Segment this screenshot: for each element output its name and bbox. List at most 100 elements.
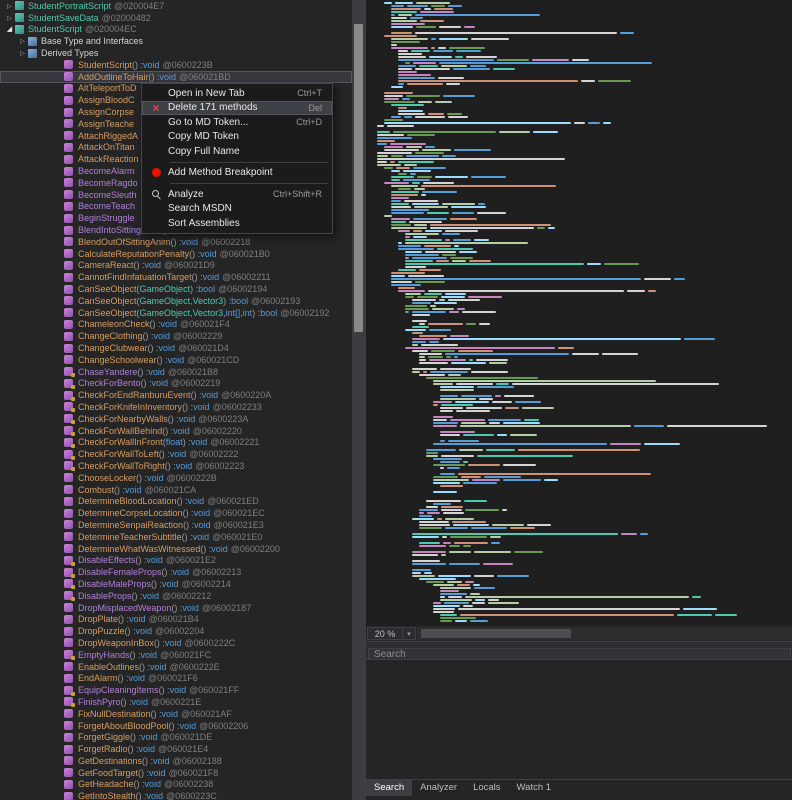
folder-icon	[28, 37, 37, 46]
menu-icon-gutter	[144, 189, 168, 200]
param-type: GameObject	[140, 284, 191, 294]
tree-item-method[interactable]: CannotFindInfatuationTarget() : void@060…	[0, 271, 352, 283]
menu-item-analyze[interactable]: AnalyzeCtrl+Shift+R	[142, 187, 332, 202]
tree-item-method[interactable]: ForgetAboutBloodPool() : void@06002206	[0, 720, 352, 732]
metadata-token: @060021D4	[178, 343, 229, 353]
menu-item-sort-assemblies[interactable]: Sort Assemblies	[142, 216, 332, 231]
tree-item-method[interactable]: DisableProps() : void@06002212	[0, 590, 352, 602]
menu-item-search-msdn[interactable]: Search MSDN	[142, 202, 332, 217]
tree-item-method[interactable]: StudentScript() : void@0600223B	[0, 59, 352, 71]
tree-item-method[interactable]: GetHeadache() : void@06002238	[0, 779, 352, 791]
expand-icon[interactable]: ▷	[17, 49, 28, 57]
tree-item-method[interactable]: CalculateReputationPenalty() : void@0600…	[0, 248, 352, 260]
tree-item-method[interactable]: GetFoodTarget() : void@060021F8	[0, 767, 352, 779]
tree-item-method[interactable]: DetermineWhatWasWitnessed() : void@06002…	[0, 543, 352, 555]
code-hscrollbar-thumb[interactable]	[421, 629, 571, 638]
zoom-dropdown-button[interactable]: ▾	[403, 627, 416, 640]
menu-item-shortcut: Ctrl+Shift+R	[273, 189, 330, 199]
menu-item-copy-full-name[interactable]: Copy Full Name	[142, 144, 332, 159]
method-name: BecomeRagdo	[78, 178, 138, 188]
tree-scrollbar-thumb[interactable]	[354, 24, 363, 332]
paren: ) :	[162, 685, 170, 695]
menu-item-add-method-breakpoint[interactable]: Add Method Breakpoint	[142, 166, 332, 181]
tree-item-method[interactable]: CheckForWallToRight() : void@06002223	[0, 460, 352, 472]
tree-item-method[interactable]: ForgetRadio() : void@060021E4	[0, 743, 352, 755]
tree-item-class[interactable]: ▷StudentPortraitScript@020004E7	[0, 0, 352, 12]
tree-item-method[interactable]: DropWeaponInBox() : void@0600222C	[0, 637, 352, 649]
tree-item-method[interactable]: CheckForKnifeInInventory() : void@060022…	[0, 401, 352, 413]
zoom-level-control[interactable]: 20 %	[367, 627, 403, 640]
tab-search[interactable]: Search	[366, 780, 412, 796]
tab-analyzer[interactable]: Analyzer	[412, 780, 465, 796]
menu-icon-gutter: ×	[144, 103, 168, 113]
tree-item-method[interactable]: EnableOutlines() : void@0600222E	[0, 661, 352, 673]
collapse-icon[interactable]: ◢	[4, 25, 15, 33]
tree-item-method[interactable]: DropPuzzle() : void@06002204	[0, 625, 352, 637]
tree-item-group[interactable]: ▷Base Type and Interfaces	[0, 35, 352, 47]
tree-item-method[interactable]: Combust() : void@060021CA	[0, 484, 352, 496]
tree-item-method[interactable]: DisableFemaleProps() : void@06002213	[0, 566, 352, 578]
paren: ) :	[203, 544, 211, 554]
tree-item-method[interactable]: CanSeeObject(GameObject, Vector3) : bool…	[0, 295, 352, 307]
tree-item-method[interactable]: CheckForBento() : void@06002219	[0, 378, 352, 390]
tab-locals[interactable]: Locals	[465, 780, 508, 796]
expand-icon[interactable]: ▷	[4, 2, 15, 10]
tree-item-method[interactable]: ChangeClothing() : void@06002229	[0, 330, 352, 342]
method-icon	[64, 686, 73, 695]
tree-item-method[interactable]: EquipCleaningItems() : void@060021FF	[0, 684, 352, 696]
metadata-token: @06002212	[162, 591, 211, 601]
tree-item-method[interactable]: DetermineSenpaiReaction() : void@060021E…	[0, 519, 352, 531]
menu-item-go-to-md-token-[interactable]: Go to MD Token...Ctrl+D	[142, 115, 332, 130]
menu-item-open-in-new-tab[interactable]: Open in New TabCtrl+T	[142, 86, 332, 101]
tree-item-method[interactable]: ChangeSchoolwear() : void@060021CD	[0, 354, 352, 366]
metadata-token: @06002192	[280, 308, 329, 318]
tree-item-method[interactable]: CanSeeObject(GameObject) : bool@06002194	[0, 283, 352, 295]
tree-item-method[interactable]: EndAlarm() : void@060021F6	[0, 672, 352, 684]
tree-item-method[interactable]: DetermineCorpseLocation() : void@060021E…	[0, 507, 352, 519]
tree-item-method[interactable]: CanSeeObject(GameObject, Vector3, int[],…	[0, 307, 352, 319]
tree-item-method[interactable]: CheckForNearbyWalls() : void@0600223A	[0, 413, 352, 425]
tree-item-method[interactable]: DropMisplacedWeapon() : void@06002187	[0, 602, 352, 614]
tree-item-method[interactable]: ChooseLocker() : void@0600222B	[0, 472, 352, 484]
tree-item-method[interactable]: CheckForEndRanburuEvent() : void@0600220…	[0, 389, 352, 401]
tree-item-method[interactable]: DetermineTeacherSubtitle() : void@060021…	[0, 531, 352, 543]
tree-item-method[interactable]: ChaseYandere() : void@060021B8	[0, 366, 352, 378]
tree-item-method[interactable]: DisableEffects() : void@060021E2	[0, 554, 352, 566]
tree-item-method[interactable]: ChangeClubwear() : void@060021D4	[0, 342, 352, 354]
tree-item-method[interactable]: DetermineBloodLocation() : void@060021ED	[0, 495, 352, 507]
menu-item-copy-md-token[interactable]: Copy MD Token	[142, 130, 332, 145]
tree-item-class[interactable]: ◢StudentScript@020004EC	[0, 24, 352, 36]
tree-item-method[interactable]: CheckForWallInFront(float) : void@060022…	[0, 436, 352, 448]
metadata-token: @060021F8	[169, 768, 219, 778]
method-name: ChangeClubwear	[78, 343, 148, 353]
tree-item-method[interactable]: ChameleonCheck() : void@060021F4	[0, 319, 352, 331]
expand-icon[interactable]: ▷	[4, 14, 15, 22]
tree-item-method[interactable]: BlendOutOfSittingAnim() : void@06002218	[0, 236, 352, 248]
code-horizontal-scrollbar[interactable]	[417, 627, 792, 640]
tree-item-label: StudentPortraitScript	[28, 1, 111, 11]
method-icon	[64, 237, 73, 246]
tree-item-method[interactable]: CameraReact() : void@060021D9	[0, 260, 352, 272]
method-name: CannotFindInfatuationTarget	[78, 272, 192, 282]
tree-item-method[interactable]: FinishPyro() : void@0600221E	[0, 696, 352, 708]
tree-item-method[interactable]: FixNullDestination() : void@060021AF	[0, 708, 352, 720]
tree-item-method[interactable]: ForgetGiggle() : void@060021DE	[0, 731, 352, 743]
expand-icon[interactable]: ▷	[17, 37, 28, 45]
tree-item-class[interactable]: ▷StudentSaveData@02000482	[0, 12, 352, 24]
tree-item-method[interactable]: AddOutlineToHair() : void@060021BD	[0, 71, 352, 83]
tree-item-method[interactable]: EmptyHands() : void@060021FC	[0, 649, 352, 661]
tree-item-method[interactable]: GetDestinations() : void@06002188	[0, 755, 352, 767]
paren: ) :	[145, 756, 153, 766]
tree-scrollbar[interactable]	[352, 0, 365, 800]
method-icon	[64, 355, 73, 364]
menu-item-delete-171-methods[interactable]: ×Delete 171 methodsDel	[142, 101, 332, 116]
method-name: DisableFemaleProps	[78, 567, 162, 577]
tree-item-method[interactable]: DisableMaleProps() : void@06002214	[0, 578, 352, 590]
tab-watch-1[interactable]: Watch 1	[509, 780, 560, 796]
tree-item-method[interactable]: GetIntoStealth() : void@0600223C	[0, 790, 352, 800]
menu-item-label: Copy MD Token	[168, 131, 322, 142]
tree-item-method[interactable]: DropPlate() : void@060021B4	[0, 613, 352, 625]
tree-item-method[interactable]: CheckForWallBehind() : void@06002220	[0, 425, 352, 437]
tree-item-group[interactable]: ▷Derived Types	[0, 47, 352, 59]
tree-item-method[interactable]: CheckForWallToLeft() : void@06002222	[0, 448, 352, 460]
